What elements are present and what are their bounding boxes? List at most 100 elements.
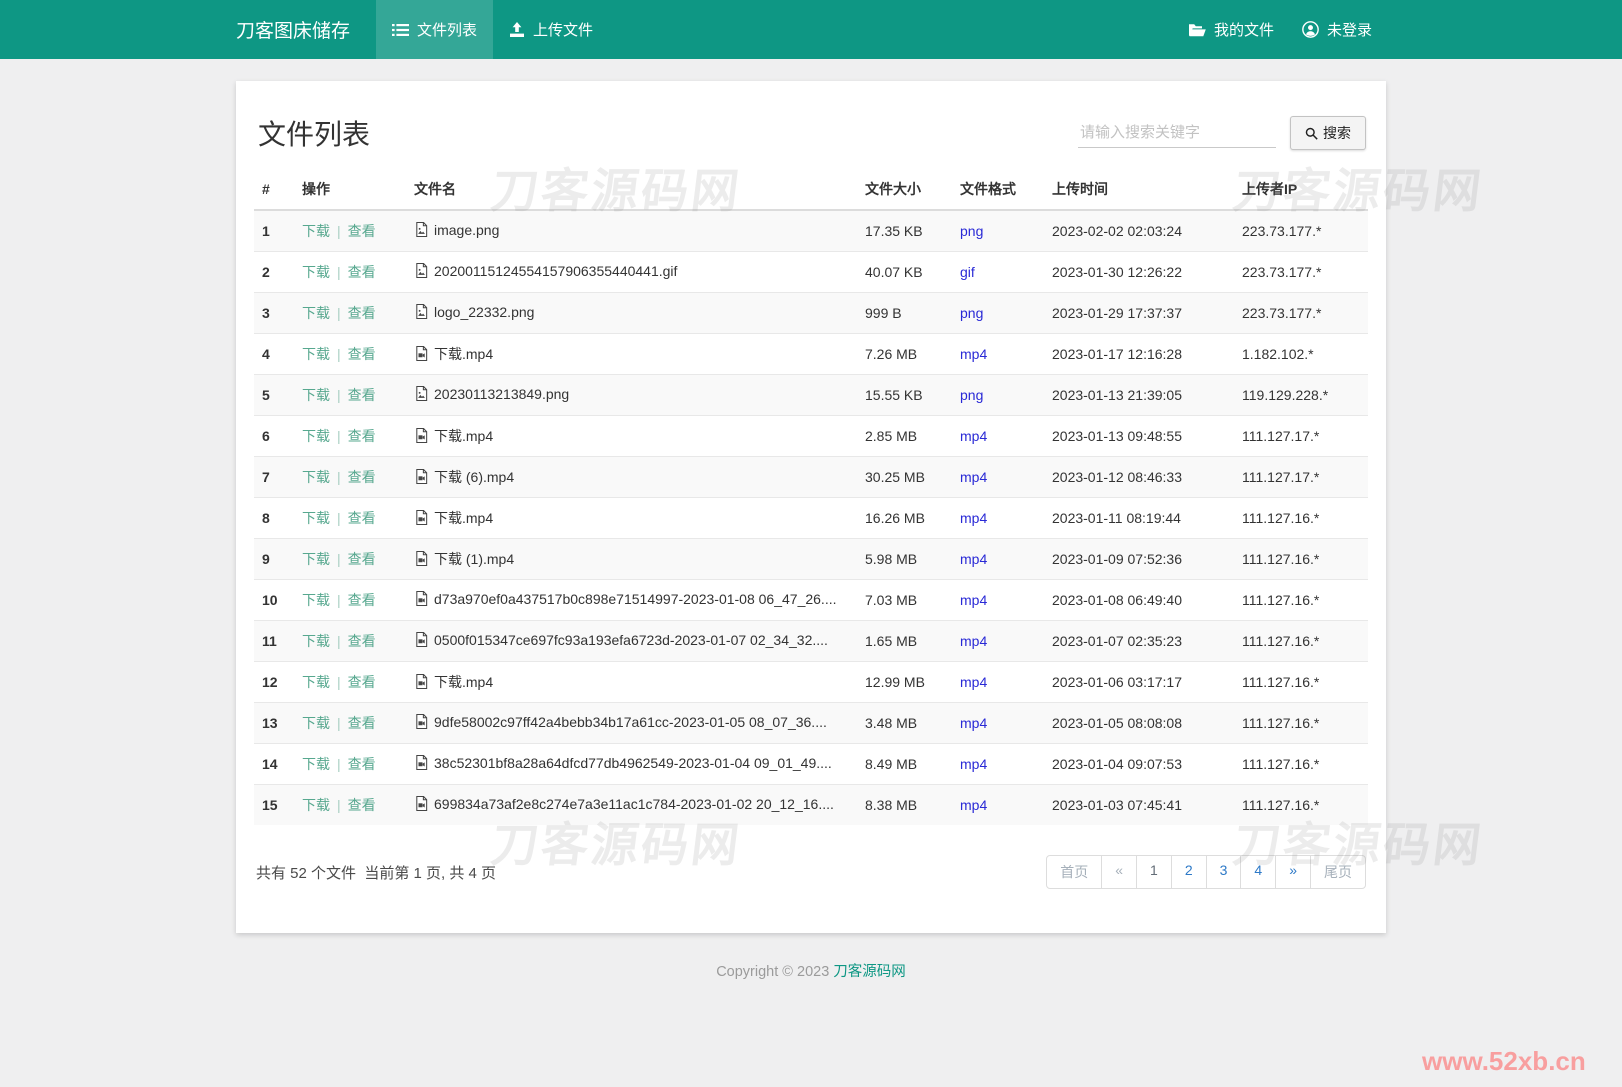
footer-site-link[interactable]: 刀客源码网 — [833, 964, 906, 980]
file-format-link[interactable]: mp4 — [960, 551, 987, 567]
page-button-next[interactable]: » — [1275, 855, 1311, 889]
download-link[interactable]: 下载 — [302, 305, 330, 321]
download-link[interactable]: 下载 — [302, 387, 330, 403]
download-link[interactable]: 下载 — [302, 715, 330, 731]
view-link[interactable]: 查看 — [348, 797, 376, 813]
page-button-p3[interactable]: 3 — [1206, 855, 1242, 889]
file-name-cell: 20230113213849.png — [406, 375, 857, 416]
upload-time: 2023-01-04 09:07:53 — [1044, 744, 1234, 785]
file-name-cell: 下载 (6).mp4 — [406, 457, 857, 498]
download-link[interactable]: 下载 — [302, 674, 330, 690]
row-actions: 下载|查看 — [294, 334, 406, 375]
column-header: 文件名 — [406, 169, 857, 210]
row-index: 3 — [254, 293, 294, 334]
search-input[interactable] — [1078, 118, 1276, 148]
file-format-link[interactable]: mp4 — [960, 510, 987, 526]
row-actions: 下载|查看 — [294, 375, 406, 416]
row-actions: 下载|查看 — [294, 580, 406, 621]
upload-time: 2023-01-13 21:39:05 — [1044, 375, 1234, 416]
view-link[interactable]: 查看 — [348, 346, 376, 362]
view-link[interactable]: 查看 — [348, 674, 376, 690]
nav-item-my-files[interactable]: 我的文件 — [1174, 0, 1288, 59]
file-format-link[interactable]: mp4 — [960, 756, 987, 772]
page-button-p1[interactable]: 1 — [1136, 855, 1172, 889]
file-name-cell: 0500f015347ce697fc93a193efa6723d-2023-01… — [406, 621, 857, 662]
file-video-icon — [414, 510, 429, 528]
download-link[interactable]: 下载 — [302, 428, 330, 444]
folder-open-icon — [1188, 23, 1206, 37]
file-size: 7.26 MB — [857, 334, 952, 375]
download-link[interactable]: 下载 — [302, 797, 330, 813]
row-index: 10 — [254, 580, 294, 621]
action-separator: | — [337, 305, 341, 321]
download-link[interactable]: 下载 — [302, 346, 330, 362]
download-link[interactable]: 下载 — [302, 551, 330, 567]
row-actions: 下载 | 查看 — [294, 293, 406, 334]
file-name: 38c52301bf8a28a64dfcd77db4962549-2023-01… — [434, 755, 832, 771]
file-format-link[interactable]: mp4 — [960, 633, 987, 649]
file-name-cell: 下载.mp4 — [406, 416, 857, 457]
download-link[interactable]: 下载 — [302, 592, 330, 608]
upload-time: 2023-01-03 07:45:41 — [1044, 785, 1234, 826]
file-format-link[interactable]: mp4 — [960, 715, 987, 731]
table-row: 2 下载|查看 20200115124554157906355440441.gi… — [254, 252, 1368, 293]
view-link[interactable]: 查看 — [348, 510, 376, 526]
view-link[interactable]: 查看 — [348, 469, 376, 485]
file-name: 下载 (6).mp4 — [434, 469, 514, 485]
view-link[interactable]: 查看 — [348, 756, 376, 772]
view-link[interactable]: 查看 — [348, 428, 376, 444]
row-actions: 下载|查看 — [294, 785, 406, 826]
file-video-icon — [414, 591, 429, 609]
page-button-p2[interactable]: 2 — [1171, 855, 1207, 889]
page-button-last[interactable]: 尾页 — [1310, 855, 1366, 889]
table-row: 7 下载|查看 下载 (6).mp4 30.25 MB mp4 2023-01-… — [254, 457, 1368, 498]
file-format-link[interactable]: mp4 — [960, 797, 987, 813]
file-format-link[interactable]: gif — [960, 264, 975, 280]
file-format-link[interactable]: mp4 — [960, 592, 987, 608]
download-link[interactable]: 下载 — [302, 510, 330, 526]
download-link[interactable]: 下载 — [302, 264, 330, 280]
uploader-ip: 111.127.16.* — [1234, 744, 1368, 785]
action-separator: | — [337, 756, 341, 772]
site-brand[interactable]: 刀客图床储存 — [236, 0, 376, 59]
uploader-ip: 119.129.228.* — [1234, 375, 1368, 416]
file-format-link[interactable]: mp4 — [960, 469, 987, 485]
download-link[interactable]: 下载 — [302, 756, 330, 772]
file-format-link[interactable]: png — [960, 305, 983, 321]
view-link[interactable]: 查看 — [348, 305, 376, 321]
uploader-ip: 223.73.177.* — [1234, 252, 1368, 293]
download-link[interactable]: 下载 — [302, 469, 330, 485]
download-link[interactable]: 下载 — [302, 223, 330, 239]
file-name: 20200115124554157906355440441.gif — [434, 263, 677, 279]
file-format-link[interactable]: mp4 — [960, 428, 987, 444]
view-link[interactable]: 查看 — [348, 551, 376, 567]
view-link[interactable]: 查看 — [348, 223, 376, 239]
file-format-link[interactable]: mp4 — [960, 346, 987, 362]
action-separator: | — [337, 715, 341, 731]
page-button-first[interactable]: 首页 — [1046, 855, 1102, 889]
view-link[interactable]: 查看 — [348, 633, 376, 649]
nav-item-file-list[interactable]: 文件列表 — [376, 0, 493, 59]
file-name-cell: 下载.mp4 — [406, 334, 857, 375]
pagination: 首页«1234»尾页 — [1046, 855, 1366, 889]
view-link[interactable]: 查看 — [348, 592, 376, 608]
view-link[interactable]: 查看 — [348, 264, 376, 280]
search-button-label: 搜索 — [1323, 123, 1351, 143]
file-format-link[interactable]: png — [960, 223, 983, 239]
page-button-p4[interactable]: 4 — [1240, 855, 1276, 889]
table-row: 8 下载|查看 下载.mp4 16.26 MB mp4 2023-01-11 0… — [254, 498, 1368, 539]
page-button-prev[interactable]: « — [1101, 855, 1137, 889]
view-link[interactable]: 查看 — [348, 715, 376, 731]
file-image-icon — [414, 222, 429, 240]
download-link[interactable]: 下载 — [302, 633, 330, 649]
search-button[interactable]: 搜索 — [1290, 116, 1366, 150]
row-actions: 下载|查看 — [294, 457, 406, 498]
table-row: 1 下载|查看 image.png 17.35 KB png 2023-02-0… — [254, 210, 1368, 252]
file-format-link[interactable]: mp4 — [960, 674, 987, 690]
nav-item-login-status[interactable]: 未登录 — [1288, 0, 1386, 59]
nav-item-upload-file[interactable]: 上传文件 — [493, 0, 609, 59]
file-format-link[interactable]: png — [960, 387, 983, 403]
file-size: 999 B — [857, 293, 952, 334]
view-link[interactable]: 查看 — [348, 387, 376, 403]
row-index: 4 — [254, 334, 294, 375]
